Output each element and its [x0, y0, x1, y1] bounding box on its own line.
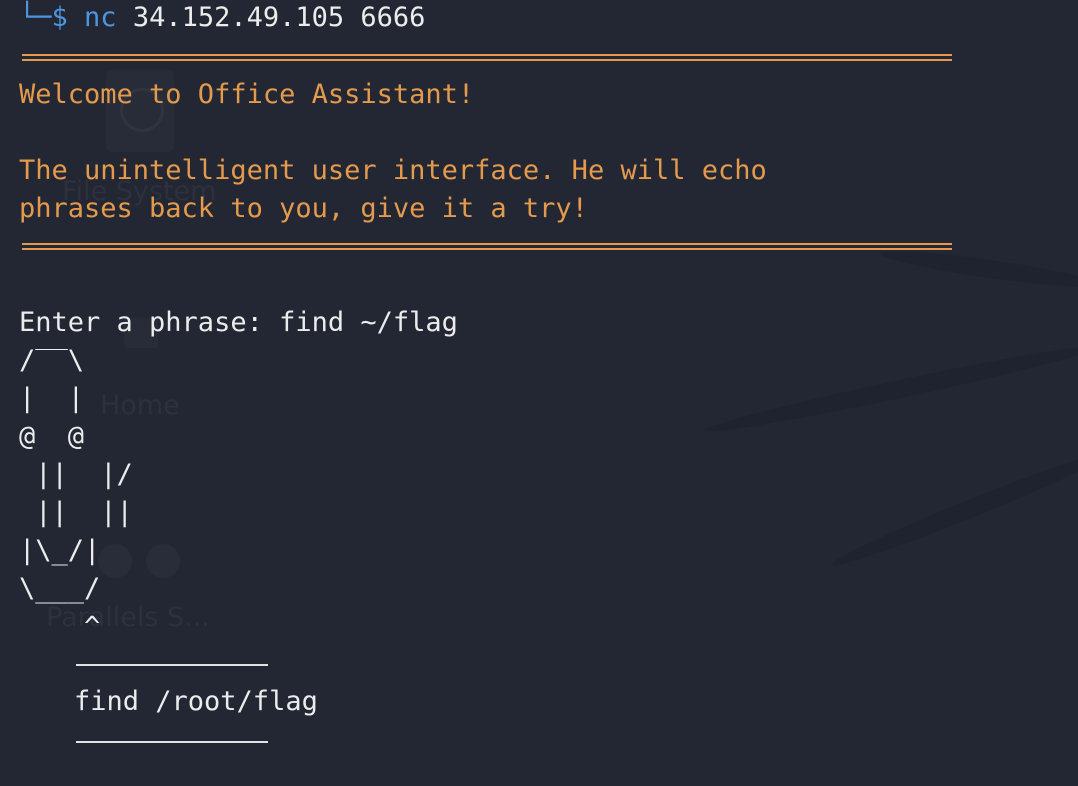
command-args: 34.152.49.105 6666 [116, 2, 426, 33]
banner-bottom-rule [22, 243, 952, 250]
ascii-art-line: || || [19, 497, 133, 528]
prompt-symbol: $ [51, 2, 68, 33]
command-name: nc [84, 2, 117, 33]
ascii-art-line: ^ [19, 611, 101, 642]
ascii-art-line: /‾‾\ [19, 345, 85, 376]
command-line: └─$ nc 34.152.49.105 6666 [19, 2, 425, 33]
ascii-art-line: | | [19, 383, 85, 414]
banner-top-rule [22, 54, 952, 61]
description-line-1: The unintelligent user interface. He wil… [19, 155, 767, 186]
input-prompt-line: Enter a phrase: find ~/flag [19, 307, 458, 338]
ascii-art-line: \___/ [19, 573, 101, 604]
speech-bubble-top-rule [76, 664, 268, 666]
echo-output: find /root/flag [74, 686, 318, 717]
speech-bubble-bottom-rule [76, 741, 268, 743]
prompt-corner-glyph: └─ [19, 2, 52, 33]
welcome-text: Welcome to Office Assistant! [19, 79, 475, 110]
ascii-art-line: @ @ [19, 421, 85, 452]
ascii-art-line: |\_/| [19, 535, 101, 566]
ascii-art-line: || |/ [19, 459, 133, 490]
terminal-window[interactable]: └─$ nc 34.152.49.105 6666 Welcome to Off… [0, 0, 1078, 786]
description-line-2: phrases back to you, give it a try! [19, 193, 588, 224]
